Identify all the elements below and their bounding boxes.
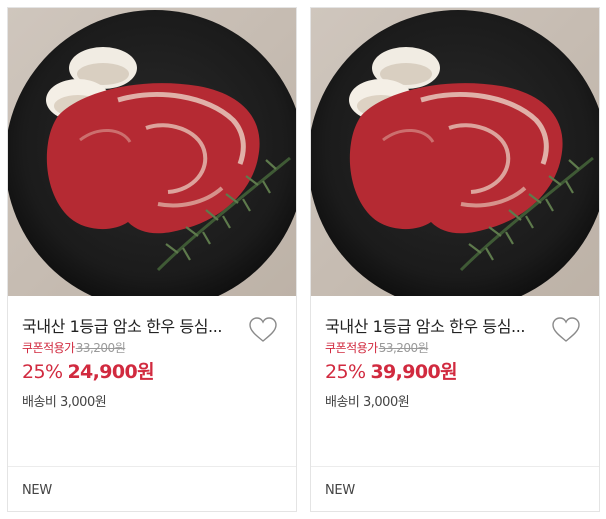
new-badge: NEW [22, 483, 52, 498]
coupon-price-row: 쿠폰적용가53,200원 [325, 340, 429, 356]
currency-unit: 원 [440, 361, 458, 383]
currency-unit: 원 [137, 361, 155, 383]
steak-photo [8, 8, 296, 296]
original-price: 33,200원 [75, 341, 126, 355]
price-row: 25% 39,900원 [325, 360, 458, 384]
heart-outline-icon [552, 317, 580, 342]
wishlist-button[interactable] [550, 316, 582, 344]
product-card[interactable]: 국내산 1등급 암소 한우 등심... 쿠폰적용가53,200원 25% 39,9… [310, 7, 600, 512]
product-image[interactable] [8, 8, 296, 296]
sale-price: 24,900 [67, 361, 138, 383]
heart-outline-icon [249, 317, 277, 342]
price-row: 25% 24,900원 [22, 360, 155, 384]
divider [311, 466, 599, 467]
discount-rate: 25% [325, 361, 366, 383]
sale-price: 39,900 [370, 361, 441, 383]
new-badge: NEW [325, 483, 355, 498]
product-title[interactable]: 국내산 1등급 암소 한우 등심... [325, 317, 543, 337]
coupon-label: 쿠폰적용가 [22, 341, 75, 355]
steak-photo [311, 8, 599, 296]
discount-rate: 25% [22, 361, 63, 383]
original-price: 53,200원 [378, 341, 429, 355]
coupon-label: 쿠폰적용가 [325, 341, 378, 355]
shipping-fee: 배송비 3,000원 [22, 395, 107, 410]
shipping-fee: 배송비 3,000원 [325, 395, 410, 410]
product-card[interactable]: 국내산 1등급 암소 한우 등심... 쿠폰적용가33,200원 25% 24,9… [7, 7, 297, 512]
product-title[interactable]: 국내산 1등급 암소 한우 등심... [22, 317, 240, 337]
product-image[interactable] [311, 8, 599, 296]
divider [8, 466, 296, 467]
coupon-price-row: 쿠폰적용가33,200원 [22, 340, 126, 356]
wishlist-button[interactable] [247, 316, 279, 344]
